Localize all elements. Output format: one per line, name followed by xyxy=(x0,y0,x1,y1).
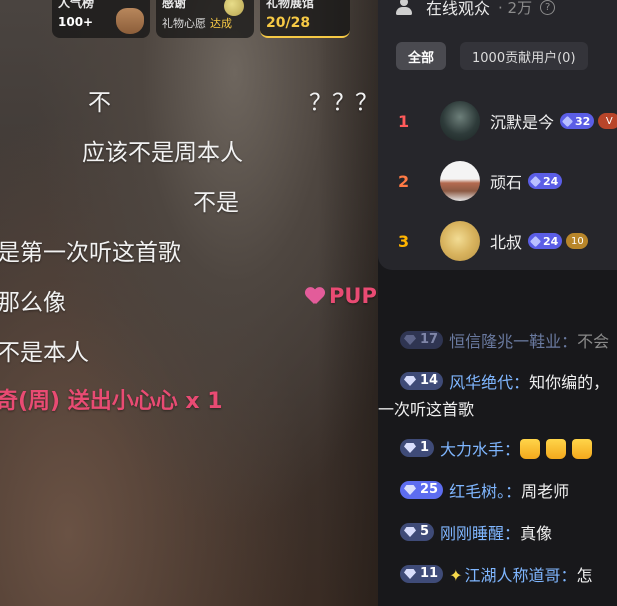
chat-text: 知你编的， xyxy=(529,373,610,392)
avatar[interactable] xyxy=(440,161,480,201)
gift-jar-icon xyxy=(116,8,144,34)
rank-number: 1 xyxy=(398,111,410,131)
diamond-icon xyxy=(529,235,542,247)
gift-wish-status: 达成 xyxy=(210,17,232,30)
level-badge: 32 xyxy=(560,113,595,129)
level-badge: 17 xyxy=(400,331,444,349)
popularity-rank-value: 100+ xyxy=(58,15,94,29)
chat-username[interactable]: 恒信隆兆一鞋业： xyxy=(449,332,577,351)
gift-hall-progress: 20/28 xyxy=(266,15,311,31)
chat-username[interactable]: 风华绝代： xyxy=(449,373,529,392)
side-panel: 在线观众 · 2万 ? 全部 1000贡献用户(0) 1 沉默是今 32 V 2… xyxy=(378,0,617,606)
gem-icon xyxy=(404,527,416,537)
gem-icon xyxy=(404,376,416,386)
chat-username[interactable]: 刚刚睡醒： xyxy=(440,524,520,543)
avatar[interactable] xyxy=(440,101,480,141)
diamond-icon xyxy=(561,115,574,127)
chat-username[interactable]: 江湖人称道哥： xyxy=(465,566,577,585)
users-icon xyxy=(396,0,418,16)
danmaku-text: PUP xyxy=(329,284,377,308)
sparkle-icon: ✦ xyxy=(449,566,463,585)
avatar[interactable] xyxy=(440,221,480,261)
audience-rank-row[interactable]: 3 北叔 24 10 xyxy=(398,220,617,262)
heart-icon xyxy=(305,288,325,304)
level-badge: 24 xyxy=(528,173,563,189)
chat-message-wrap: 一次听这首歌 xyxy=(378,400,475,419)
audience-header: 在线观众 · 2万 ? xyxy=(396,0,556,22)
top-cards: 人气榜 100+ 感谢 礼物心愿 达成 礼物展馆 20/28 xyxy=(52,0,350,38)
audience-title: 在线观众 xyxy=(426,0,491,18)
online-audience-panel: 在线观众 · 2万 ? 全部 1000贡献用户(0) 1 沉默是今 32 V 2… xyxy=(378,0,617,270)
gift-hall-title: 礼物展馆 xyxy=(266,0,315,10)
chat-message: 11 ✦ 江湖人称道哥：怎 xyxy=(400,563,617,589)
thumbs-up-icon xyxy=(546,439,567,459)
rank-user-name: 沉默是今 xyxy=(490,113,555,132)
coin-icon xyxy=(224,0,244,16)
thumbs-up-icon xyxy=(520,439,541,459)
tab-top-contributors[interactable]: 1000贡献用户(0) xyxy=(460,42,588,70)
chat-username[interactable]: 红毛树。： xyxy=(449,482,521,501)
chat-message: 25 红毛树。：周老师 xyxy=(400,479,617,505)
diamond-icon xyxy=(529,175,542,187)
rank-number: 2 xyxy=(398,171,410,191)
gift-hall-card[interactable]: 礼物展馆 20/28 xyxy=(260,0,350,38)
danmaku-item: 应该不是周本人 xyxy=(82,140,243,166)
tab-all[interactable]: 全部 xyxy=(396,42,447,70)
level-badge: 1 xyxy=(400,439,435,457)
chat-text: 怎 xyxy=(576,566,593,585)
danmaku-item: 那么像 xyxy=(0,290,66,316)
chat-text: 真像 xyxy=(520,524,553,543)
rank-number: 3 xyxy=(398,231,410,251)
live-video-area[interactable]: 人气榜 100+ 感谢 礼物心愿 达成 礼物展馆 20/28 不 ？？？ 应该不是… xyxy=(0,0,378,606)
chat-message: 1 大力水手： xyxy=(400,437,617,463)
danmaku-item: 不是本人 xyxy=(0,340,89,366)
level-badge: 24 xyxy=(528,233,563,249)
gem-icon xyxy=(404,443,416,453)
gem-icon xyxy=(404,335,416,345)
level-badge: 11 xyxy=(400,565,444,583)
danmaku-item: PUP xyxy=(305,284,377,308)
chat-message: 5 刚刚睡醒：真像 xyxy=(400,521,617,547)
gift-wish-label: 礼物心愿 xyxy=(162,17,206,30)
thanks-card[interactable]: 感谢 礼物心愿 达成 xyxy=(156,0,254,38)
fan-badge: V xyxy=(598,113,617,129)
danmaku-item: 是第一次听这首歌 xyxy=(0,240,181,266)
chat-text: 不会 xyxy=(577,332,610,351)
popularity-rank-title: 人气榜 xyxy=(58,0,95,10)
thanks-title: 感谢 xyxy=(162,0,187,10)
chat-username[interactable]: 大力水手： xyxy=(440,440,520,459)
chat-message: 17 恒信隆兆一鞋业：不会 xyxy=(400,329,617,355)
danmaku-item: 不 xyxy=(88,90,111,116)
help-icon[interactable]: ? xyxy=(540,0,556,15)
chat-message: 14 风华绝代：知你编的， xyxy=(400,370,617,396)
rank-user-name: 顽石 xyxy=(490,173,523,192)
audience-count: · 2万 xyxy=(498,0,533,17)
level-badge: 5 xyxy=(400,523,435,541)
thumbs-up-icon xyxy=(572,439,593,459)
audience-rank-row[interactable]: 2 顽石 24 xyxy=(398,160,617,202)
audience-rank-row[interactable]: 1 沉默是今 32 V xyxy=(398,100,617,142)
level-badge: 14 xyxy=(400,372,444,390)
danmaku-item: ？？？ xyxy=(309,90,378,116)
gem-icon xyxy=(404,485,416,495)
rank-user-name: 北叔 xyxy=(490,233,523,252)
gem-icon xyxy=(404,569,416,579)
fan-badge: 10 xyxy=(566,233,589,249)
danmaku-gift-notice: 奇(周) 送出小心心 x 1 xyxy=(0,389,223,414)
audience-tabs: 全部 1000贡献用户(0) xyxy=(396,42,588,70)
popularity-rank-card[interactable]: 人气榜 100+ xyxy=(52,0,150,38)
chat-text: 周老师 xyxy=(521,482,570,501)
level-badge: 25 xyxy=(400,481,444,499)
danmaku-item: 不是 xyxy=(193,190,239,216)
